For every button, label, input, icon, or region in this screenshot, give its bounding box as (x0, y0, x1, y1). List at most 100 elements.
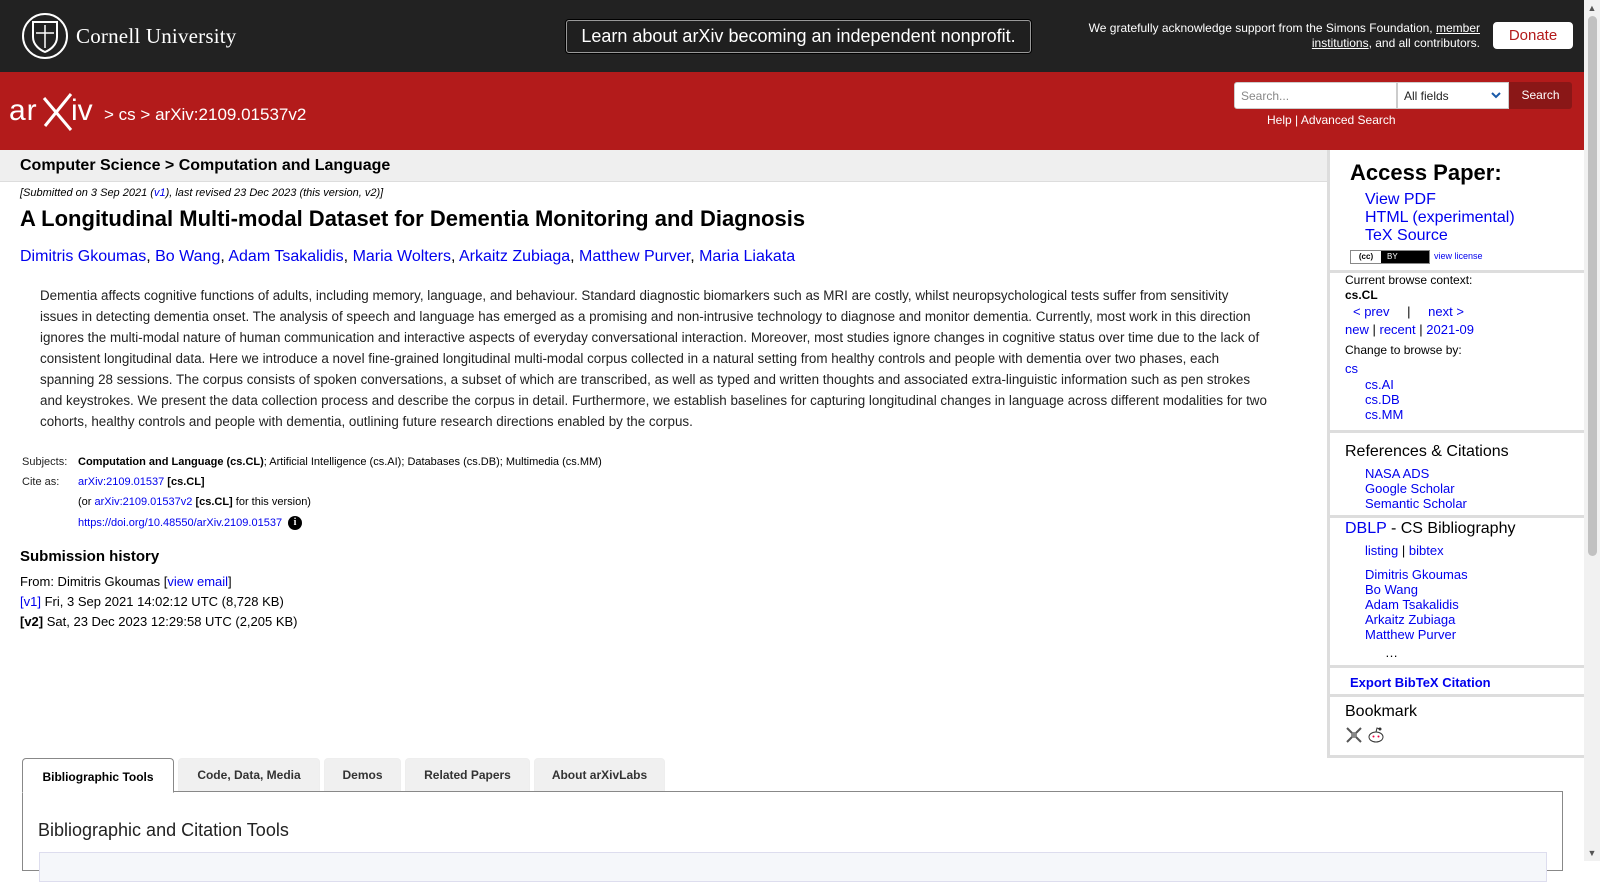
dblp-author-link[interactable]: Arkaitz Zubiaga (1365, 612, 1455, 627)
bibsonomy-icon[interactable] (1345, 726, 1363, 749)
abstract-line: ignores the multi-modal nature of human … (40, 330, 1260, 345)
author-list: Dimitris Gkoumas, Bo Wang, Adam Tsakalid… (20, 248, 796, 265)
breadcrumb-cs[interactable]: cs (119, 105, 136, 124)
abstract-line: and keystrokes. We present the data coll… (40, 393, 1267, 408)
cc-right: BY (1387, 252, 1398, 261)
dblp-link[interactable]: DBLP (1345, 520, 1387, 537)
tab-related-papers[interactable]: Related Papers (405, 758, 530, 792)
prev-next-row: < prev | next > (1353, 304, 1464, 319)
nav-sep: | (1372, 322, 1376, 337)
tab-panel-box (39, 852, 1547, 882)
nav-sep: | (1401, 543, 1406, 558)
search-field-select[interactable]: All fields (1397, 82, 1509, 109)
dateline-prefix: [Submitted on 3 Sep 2021 ( (20, 187, 154, 199)
view-pdf-link[interactable]: View PDF (1365, 191, 1436, 208)
scrollbar-thumb[interactable] (1588, 16, 1597, 556)
html-experimental-link[interactable]: HTML (experimental) (1365, 209, 1515, 226)
browse-cat-link[interactable]: cs.MM (1365, 407, 1403, 422)
search-field-value: All fields (1404, 89, 1449, 103)
dblp-section: DBLP - CS Bibliography listing | bibtex … (1330, 518, 1587, 668)
new-link[interactable]: new (1345, 322, 1369, 337)
dblp-heading: DBLP - CS Bibliography (1345, 520, 1515, 538)
scroll-down-icon[interactable]: ▼ (1584, 845, 1600, 861)
info-icon[interactable]: i (288, 516, 303, 530)
dblp-author-link[interactable]: Dimitris Gkoumas (1365, 567, 1468, 582)
semantic-scholar-link[interactable]: Semantic Scholar (1365, 496, 1467, 511)
help-link[interactable]: Help (1267, 113, 1292, 127)
browse-cs-link[interactable]: cs (1345, 361, 1358, 376)
author-link[interactable]: Maria Liakata (699, 248, 795, 265)
svg-text:ar: ar (9, 94, 38, 127)
tex-source-link[interactable]: TeX Source (1365, 227, 1448, 244)
dblp-author-link[interactable]: Bo Wang (1365, 582, 1418, 597)
cc-by-license-icon[interactable]: (cc) BY (1350, 250, 1430, 264)
change-browse-label: Change to browse by: (1345, 343, 1462, 357)
view-license-link[interactable]: view license (1434, 251, 1483, 261)
browse-cat-link[interactable]: cs.AI (1365, 377, 1394, 392)
cornell-logo[interactable]: Cornell University (22, 13, 237, 59)
advanced-search-link[interactable]: Advanced Search (1301, 113, 1396, 127)
breadcrumb-paper-id: arXiv:2109.01537v2 (155, 105, 307, 124)
author-link[interactable]: Matthew Purver (579, 248, 690, 265)
dblp-author-link[interactable]: Adam Tsakalidis (1365, 597, 1459, 612)
dateline-suffix: ), last revised 23 Dec 2023 (this versio… (165, 187, 384, 199)
cite-id-link[interactable]: arXiv:2109.01537 (78, 476, 164, 488)
cite2-prefix: (or (78, 496, 92, 508)
dblp-bibtex-link[interactable]: bibtex (1409, 543, 1444, 558)
export-bibtex-section: Export BibTeX Citation (1330, 671, 1587, 697)
donate-button[interactable]: Donate (1493, 22, 1573, 49)
access-paper-heading: Access Paper: (1350, 160, 1502, 185)
nasa-ads-link[interactable]: NASA ADS (1365, 466, 1429, 481)
export-bibtex-link[interactable]: Export BibTeX Citation (1350, 675, 1491, 690)
author-link[interactable]: Dimitris Gkoumas (20, 248, 146, 265)
abstract-line: Dementia affects cognitive functions of … (40, 288, 1229, 303)
abstract-line: spanning 28 sessions. The corpus consist… (40, 372, 1251, 387)
prev-link[interactable]: < prev (1353, 304, 1390, 319)
chevron-down-icon (1490, 89, 1502, 104)
new-recent-row: new | recent | 2021-09 (1345, 322, 1474, 337)
nonprofit-announcement-button[interactable]: Learn about arXiv becoming an independen… (566, 20, 1031, 53)
tab-about-arxivlabs[interactable]: About arXivLabs (534, 758, 665, 792)
cite-version-link[interactable]: arXiv:2109.01537v2 (95, 496, 193, 508)
doi-link[interactable]: https://doi.org/10.48550/arXiv.2109.0153… (78, 517, 282, 529)
access-paper-section: Access Paper: View PDF HTML (experimenta… (1330, 150, 1587, 273)
history-v1: [v1] Fri, 3 Sep 2021 14:02:12 UTC (8,728… (20, 592, 298, 612)
author-link[interactable]: Arkaitz Zubiaga (459, 248, 570, 265)
tab-demos[interactable]: Demos (324, 758, 401, 792)
author-link[interactable]: Maria Wolters (353, 248, 451, 265)
history-from: From: Dimitris Gkoumas [view email] (20, 572, 298, 592)
author-link[interactable]: Adam Tsakalidis (228, 248, 343, 265)
dblp-author-link[interactable]: Matthew Purver (1365, 627, 1456, 642)
month-link[interactable]: 2021-09 (1426, 322, 1474, 337)
v2-text: Sat, 23 Dec 2023 12:29:58 UTC (2,205 KB) (46, 614, 298, 629)
tab-code-data-media[interactable]: Code, Data, Media (178, 758, 320, 792)
scroll-up-icon[interactable]: ▲ (1584, 0, 1600, 16)
next-link[interactable]: next > (1428, 304, 1464, 319)
submission-history: From: Dimitris Gkoumas [view email] [v1]… (20, 572, 298, 632)
search-button[interactable]: Search (1509, 82, 1572, 109)
abstract-line: issues in detecting dementia onset. The … (40, 309, 1251, 324)
cite-value: arXiv:2109.01537 [cs.CL] (78, 476, 205, 488)
dblp-more: … (1385, 645, 1398, 660)
bookmark-section: Bookmark (1330, 698, 1587, 758)
breadcrumb: > cs > arXiv:2109.01537v2 (104, 105, 306, 125)
arxiv-logo[interactable]: ar iv (9, 92, 101, 137)
google-scholar-link[interactable]: Google Scholar (1365, 481, 1455, 496)
author-link[interactable]: Bo Wang (155, 248, 220, 265)
browse-cat-link[interactable]: cs.DB (1365, 392, 1400, 407)
top-banner: Cornell University Learn about arXiv bec… (0, 0, 1584, 72)
references-heading: References & Citations (1345, 443, 1509, 460)
dblp-listing-row: listing | bibtex (1365, 543, 1444, 558)
v1-link[interactable]: [v1] (20, 594, 41, 609)
dblp-listing-link[interactable]: listing (1365, 543, 1398, 558)
help-links: Help | Advanced Search (1267, 113, 1396, 127)
recent-link[interactable]: recent (1380, 322, 1416, 337)
dateline-v1-link[interactable]: v1 (154, 187, 166, 199)
search-input[interactable]: Search... (1234, 82, 1397, 109)
v1-text: Fri, 3 Sep 2021 14:02:12 UTC (8,728 KB) (44, 594, 284, 609)
tab-bibliographic-tools[interactable]: Bibliographic Tools (22, 758, 174, 793)
breadcrumb-sep: > (140, 105, 151, 124)
view-email-link[interactable]: view email (167, 574, 228, 589)
reddit-icon[interactable] (1367, 726, 1385, 749)
help-sep: | (1295, 113, 1299, 127)
